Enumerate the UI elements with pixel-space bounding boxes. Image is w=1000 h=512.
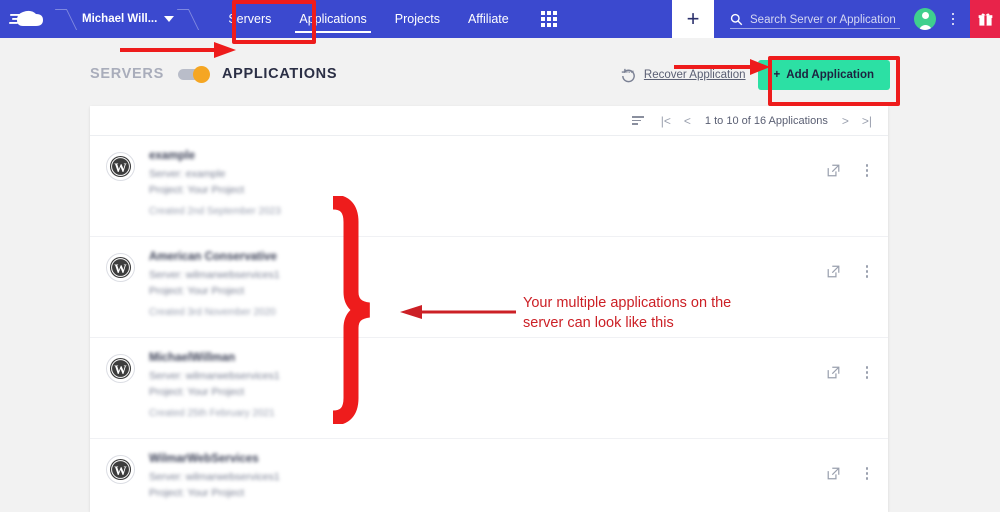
recover-application-link[interactable]: www Recover Application: [620, 67, 746, 84]
nav-tabs: Servers Applications Projects Affiliate: [214, 0, 557, 38]
application-created-date: Created 25th February 2021: [149, 408, 275, 419]
recover-application-label: Recover Application: [643, 69, 746, 81]
application-server: Server: example: [149, 168, 226, 180]
account-name: Michael Will...: [82, 13, 158, 25]
last-page-icon[interactable]: >|: [860, 114, 874, 128]
wordpress-glyph-icon: W: [109, 458, 132, 481]
pagination-text: 1 to 10 of 16 Applications: [704, 114, 828, 127]
application-project: Project: Your Project: [149, 386, 245, 398]
application-project: Project: Your Project: [149, 285, 245, 297]
application-project: Project: Your Project: [149, 184, 245, 196]
plus-icon: +: [773, 69, 781, 81]
application-info: American Conservative Server: wilmarwebs…: [149, 251, 280, 318]
svg-text:www: www: [624, 69, 635, 74]
kebab-menu-icon[interactable]: [942, 8, 964, 30]
cloudways-logo[interactable]: [0, 0, 58, 38]
svg-text:W: W: [114, 363, 127, 377]
gift-glyph-icon: [978, 13, 992, 26]
chevron-down-icon: [164, 16, 175, 22]
page-header: SERVERS APPLICATIONS www Recover Applica…: [0, 38, 1000, 106]
add-application-button[interactable]: + Add Application: [757, 60, 890, 90]
kebab-menu-icon[interactable]: [860, 265, 874, 278]
row-actions: [827, 265, 874, 278]
application-created-date: Created 2nd September 2023: [149, 206, 281, 217]
toggle-switch[interactable]: [177, 65, 210, 83]
application-name: WilmarWebServices: [149, 453, 259, 465]
app-screenshot: Michael Will... Servers Applications Pro…: [0, 0, 1000, 512]
page-title: APPLICATIONS: [221, 66, 338, 82]
external-link-icon[interactable]: [827, 467, 840, 480]
header-actions: www Recover Application + Add Applicatio…: [620, 60, 890, 90]
table-row[interactable]: W WilmarWebServices Server: wilmarwebser…: [90, 439, 888, 512]
top-navigation-bar: Michael Will... Servers Applications Pro…: [0, 0, 1000, 38]
external-link-icon[interactable]: [827, 366, 840, 379]
external-link-icon[interactable]: [827, 265, 840, 278]
application-name: example: [149, 150, 196, 162]
prev-page-icon[interactable]: <: [682, 114, 693, 128]
external-link-icon[interactable]: [827, 164, 840, 177]
application-name: American Conservative: [149, 251, 277, 263]
servers-applications-toggle[interactable]: SERVERS APPLICATIONS: [90, 65, 338, 83]
kebab-menu-icon[interactable]: [860, 467, 874, 480]
tab-applications[interactable]: Applications: [285, 0, 380, 38]
toggle-knob: [192, 65, 210, 83]
application-project: Project: Your Project: [149, 487, 245, 499]
table-row[interactable]: W example Server: example Project: Your …: [90, 136, 888, 237]
nav-right-actions: +: [672, 0, 1000, 38]
wordpress-glyph-icon: W: [109, 357, 132, 380]
wordpress-glyph-icon: W: [109, 256, 132, 279]
cloudways-logo-icon: [9, 10, 43, 26]
add-application-label: Add Application: [786, 69, 874, 81]
application-info: MichaelWillman Server: wilmarwebservices…: [149, 352, 280, 419]
application-info: example Server: example Project: Your Pr…: [149, 150, 281, 217]
applications-card: |< < 1 to 10 of 16 Applications > >| W e…: [90, 106, 888, 512]
table-row[interactable]: W American Conservative Server: wilmarwe…: [90, 237, 888, 338]
kebab-menu-icon[interactable]: [860, 366, 874, 379]
card-toolbar: |< < 1 to 10 of 16 Applications > >|: [90, 106, 888, 136]
sort-filter-icon[interactable]: [631, 116, 644, 125]
avatar[interactable]: [914, 8, 936, 30]
search-input[interactable]: [750, 14, 900, 26]
next-page-icon[interactable]: >: [840, 114, 851, 128]
row-actions: [827, 467, 874, 480]
tab-affiliate[interactable]: Affiliate: [454, 0, 523, 38]
svg-text:W: W: [114, 464, 127, 478]
row-actions: [827, 366, 874, 379]
application-info: WilmarWebServices Server: wilmarwebservi…: [149, 453, 280, 503]
row-actions: [827, 164, 874, 177]
kebab-menu-icon[interactable]: [860, 164, 874, 177]
add-new-button[interactable]: +: [672, 0, 714, 38]
application-server: Server: wilmarwebservices1: [149, 370, 280, 382]
search-box[interactable]: [730, 9, 900, 29]
toggle-label-servers[interactable]: SERVERS: [90, 66, 164, 82]
application-name: MichaelWillman: [149, 352, 236, 364]
application-server: Server: wilmarwebservices1: [149, 269, 280, 281]
tab-servers[interactable]: Servers: [214, 0, 285, 38]
svg-text:W: W: [114, 262, 127, 276]
table-row[interactable]: W MichaelWillman Server: wilmarwebservic…: [90, 338, 888, 439]
wordpress-icon: W: [106, 253, 135, 282]
search-icon: [730, 13, 743, 26]
wordpress-icon: W: [106, 152, 135, 181]
account-selector[interactable]: Michael Will...: [72, 13, 180, 25]
breadcrumb-separator-2: [180, 0, 194, 38]
tab-projects[interactable]: Projects: [381, 0, 454, 38]
breadcrumb-separator-1: [58, 0, 72, 38]
svg-text:W: W: [114, 161, 127, 175]
first-page-icon[interactable]: |<: [659, 114, 673, 128]
application-created-date: Created 3rd November 2020: [149, 307, 276, 318]
wordpress-icon: W: [106, 354, 135, 383]
www-restore-icon: www: [621, 68, 635, 82]
gift-icon[interactable]: [970, 0, 1000, 38]
wordpress-glyph-icon: W: [109, 155, 132, 178]
wordpress-icon: W: [106, 455, 135, 484]
grid-apps-icon[interactable]: [540, 11, 557, 27]
application-server: Server: wilmarwebservices1: [149, 471, 280, 483]
